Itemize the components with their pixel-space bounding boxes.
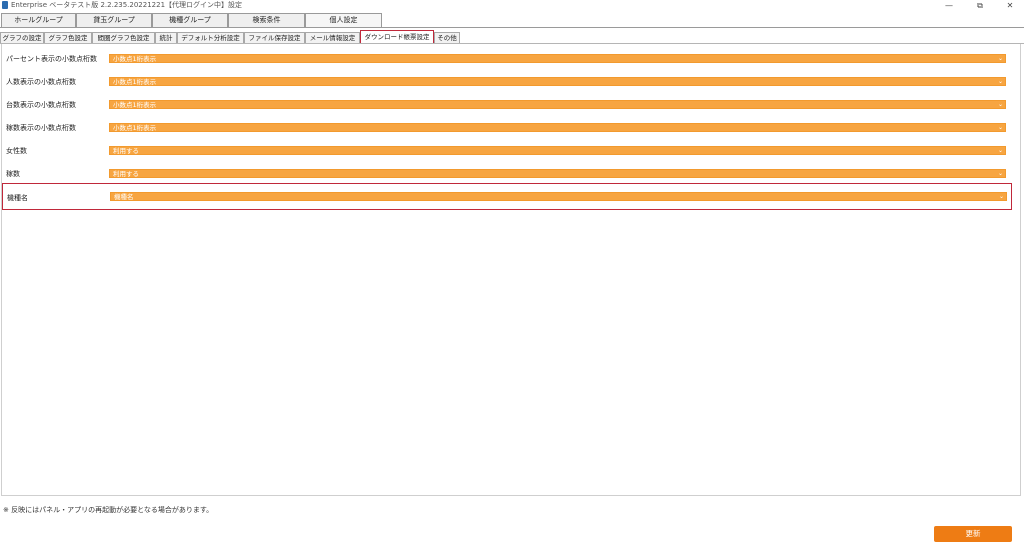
select-value: 小数点1桁表示 — [113, 55, 157, 63]
tab-search-conditions[interactable]: 検索条件 — [228, 13, 305, 27]
app-icon — [2, 1, 8, 9]
model-name-select[interactable]: 機種名 ⌄ — [110, 192, 1007, 201]
setting-label: 女性数 — [6, 147, 27, 155]
setting-row: 人数表示の小数点桁数 小数点1桁表示 ⌄ — [2, 73, 1018, 91]
close-button[interactable]: ✕ — [996, 0, 1024, 11]
select-value: 機種名 — [114, 193, 134, 201]
window-title: Enterprise ベータテスト版 2.2.235.20221221【代理ログ… — [11, 1, 243, 9]
tab-lending-group[interactable]: 貸玉グループ — [76, 13, 152, 27]
setting-row-highlighted: 機種名 機種名 ⌄ — [2, 183, 1012, 210]
tab-model-group[interactable]: 機種グループ — [152, 13, 228, 27]
title-bar: Enterprise ベータテスト版 2.2.235.20221221【代理ログ… — [0, 0, 1024, 11]
setting-row: 女性数 利用する ⌄ — [2, 142, 1018, 160]
percent-decimal-select[interactable]: 小数点1桁表示 ⌄ — [109, 54, 1006, 63]
setting-row: 稼数表示の小数点桁数 小数点1桁表示 ⌄ — [2, 119, 1018, 137]
setting-label: 稼数 — [6, 170, 20, 178]
chevron-down-icon: ⌄ — [998, 193, 1004, 200]
chevron-down-icon: ⌄ — [997, 78, 1003, 85]
setting-label: 稼数表示の小数点桁数 — [6, 124, 76, 132]
select-value: 利用する — [113, 147, 139, 155]
main-tab-divider — [0, 27, 1024, 28]
setting-row: 稼数 利用する ⌄ — [2, 165, 1018, 183]
select-value: 利用する — [113, 170, 139, 178]
setting-label: パーセント表示の小数点桁数 — [6, 55, 97, 63]
operation-decimal-select[interactable]: 小数点1桁表示 ⌄ — [109, 123, 1006, 132]
chevron-down-icon: ⌄ — [997, 55, 1003, 62]
chevron-down-icon: ⌄ — [997, 124, 1003, 131]
tab-personal-settings[interactable]: 個人設定 — [305, 13, 382, 28]
chevron-down-icon: ⌄ — [997, 101, 1003, 108]
tab-download-report[interactable]: ダウンロード帳票設定 — [360, 30, 434, 44]
female-count-select[interactable]: 利用する ⌄ — [109, 146, 1006, 155]
setting-row: パーセント表示の小数点桁数 小数点1桁表示 ⌄ — [2, 50, 1018, 68]
chevron-down-icon: ⌄ — [997, 170, 1003, 177]
main-tab-bar: ホールグループ 貸玉グループ 機種グループ 検索条件 個人設定 — [0, 13, 1024, 28]
select-value: 小数点1桁表示 — [113, 78, 157, 86]
settings-panel: パーセント表示の小数点桁数 小数点1桁表示 ⌄ 人数表示の小数点桁数 小数点1桁… — [1, 44, 1021, 496]
unit-decimal-select[interactable]: 小数点1桁表示 ⌄ — [109, 100, 1006, 109]
select-value: 小数点1桁表示 — [113, 101, 157, 109]
setting-label: 機種名 — [7, 194, 28, 202]
chevron-down-icon: ⌄ — [997, 147, 1003, 154]
operation-count-select[interactable]: 利用する ⌄ — [109, 169, 1006, 178]
tab-hall-group[interactable]: ホールグループ — [1, 13, 76, 27]
select-value: 小数点1桁表示 — [113, 124, 157, 132]
minimize-button[interactable]: — — [935, 0, 963, 11]
setting-label: 人数表示の小数点桁数 — [6, 78, 76, 86]
restore-button[interactable]: ⧉ — [966, 0, 994, 11]
people-decimal-select[interactable]: 小数点1桁表示 ⌄ — [109, 77, 1006, 86]
restart-note: ※ 反映にはパネル・アプリの再起動が必要となる場合があります。 — [3, 506, 214, 514]
setting-label: 台数表示の小数点桁数 — [6, 101, 76, 109]
update-button[interactable]: 更新 — [934, 526, 1012, 542]
setting-row: 台数表示の小数点桁数 小数点1桁表示 ⌄ — [2, 96, 1018, 114]
